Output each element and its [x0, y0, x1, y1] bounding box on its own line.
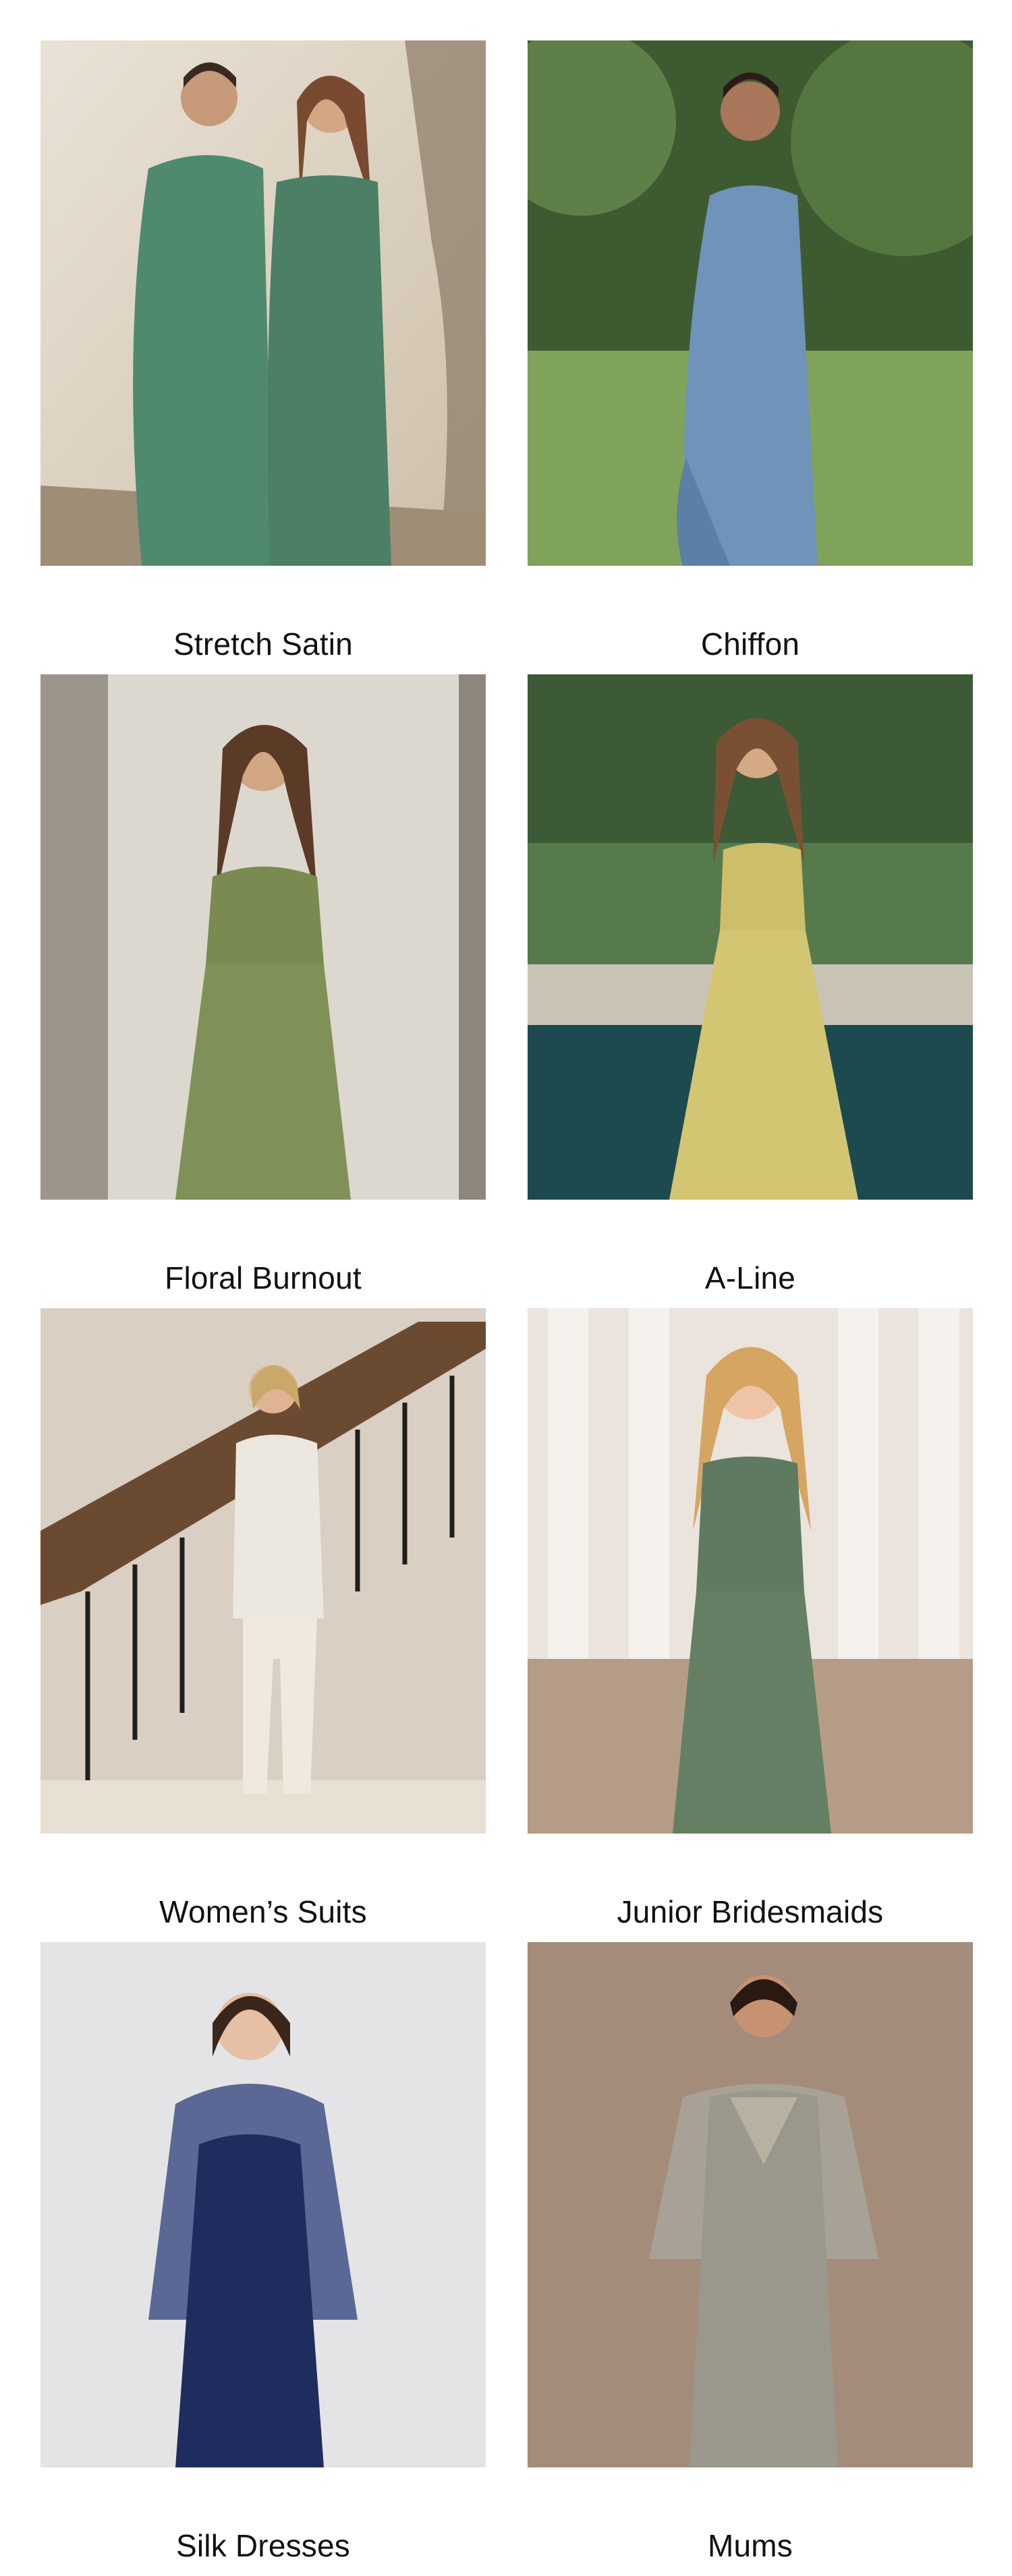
category-tile-stretch-satin[interactable]: Stretch Satin [40, 40, 486, 674]
womens-suits-photo [40, 1308, 486, 1834]
category-label: Chiffon [700, 626, 800, 662]
category-label: Floral Burnout [165, 1260, 362, 1295]
category-label: Mums [707, 2528, 793, 2563]
junior-bridesmaids-photo [528, 1308, 973, 1834]
category-tile-chiffon[interactable]: Chiffon [528, 40, 973, 674]
category-tile-womens-suits[interactable]: Women’s Suits [40, 1308, 486, 1942]
category-label: Stretch Satin [173, 626, 353, 662]
category-label: Junior Bridesmaids [617, 1894, 884, 1929]
mums-photo [528, 1942, 973, 2467]
silk-dresses-photo [40, 1942, 486, 2467]
category-tile-junior-bridesmaids[interactable]: Junior Bridesmaids [528, 1308, 973, 1942]
category-label: Silk Dresses [175, 2528, 350, 2563]
category-tile-mums[interactable]: Mums [528, 1942, 973, 2576]
a-line-photo [528, 674, 973, 1200]
category-tile-a-line[interactable]: A-Line [528, 674, 973, 1308]
floral-burnout-photo [40, 674, 486, 1200]
chiffon-photo [528, 40, 973, 566]
category-tile-floral-burnout[interactable]: Floral Burnout [40, 674, 486, 1308]
category-label: A-Line [704, 1260, 796, 1295]
category-tile-silk-dresses[interactable]: Silk Dresses [40, 1942, 486, 2576]
category-label: Women’s Suits [159, 1894, 367, 1929]
category-grid: Stretch Satin Chiffon Floral Burnout A-L… [40, 40, 973, 2576]
stretch-satin-photo [40, 40, 486, 566]
